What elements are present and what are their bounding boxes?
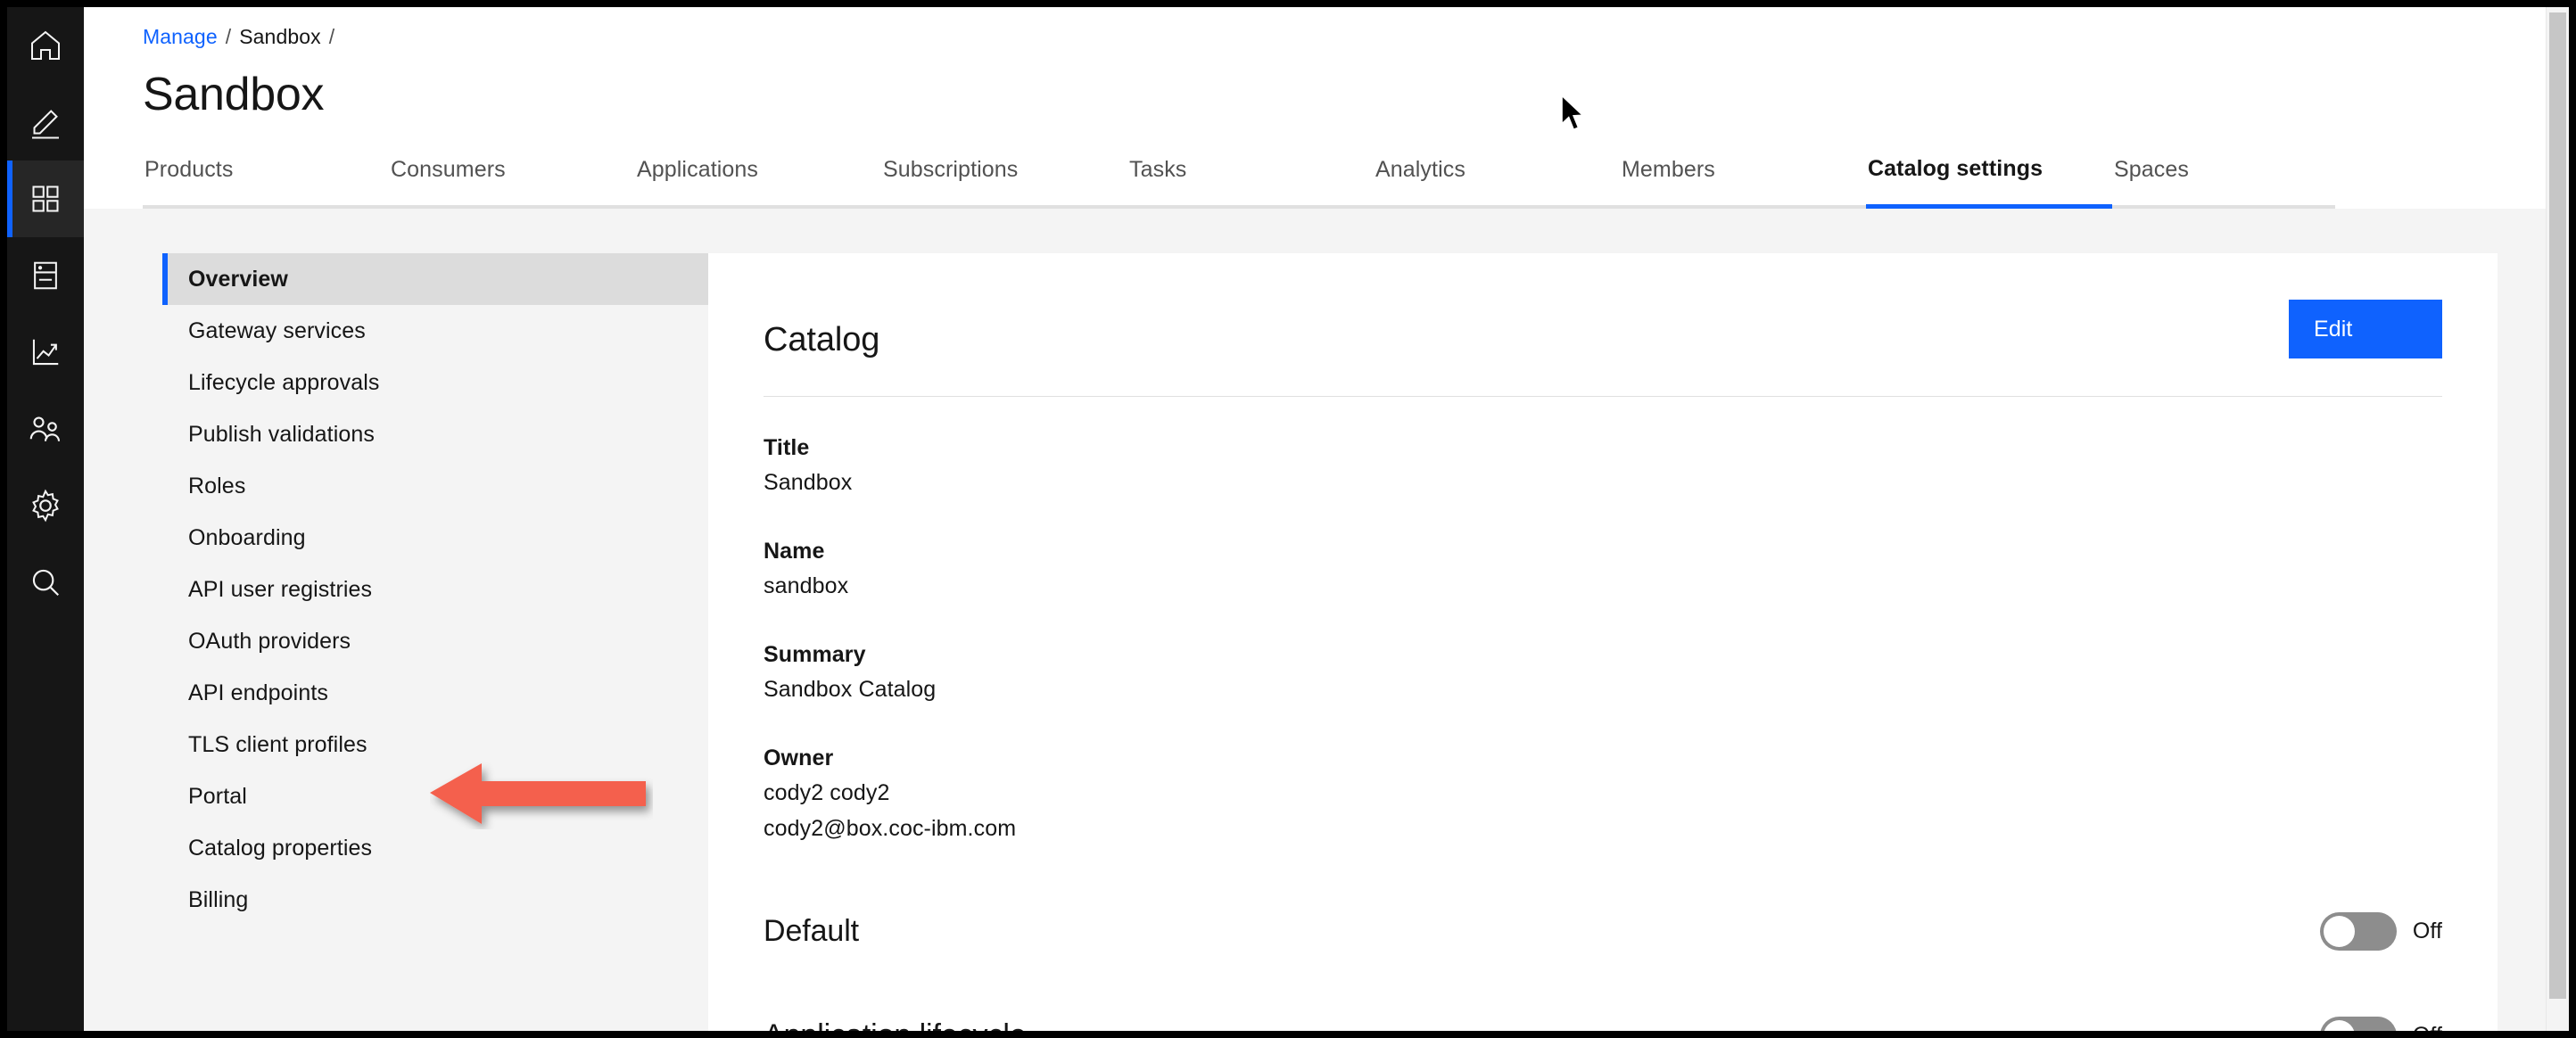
page-header: Manage/Sandbox/ Sandbox Products Consume… bbox=[84, 7, 2569, 209]
application-window: Manage/Sandbox/ Sandbox Products Consume… bbox=[0, 0, 2576, 1038]
breadcrumb-link-manage[interactable]: Manage bbox=[143, 25, 218, 48]
rail-item-resources[interactable] bbox=[7, 237, 84, 314]
field-name-label: Name bbox=[764, 534, 2442, 568]
tab-subscriptions[interactable]: Subscriptions bbox=[881, 134, 1127, 209]
toggle-row-application-lifecycle: Application lifecycle Off bbox=[764, 1017, 2442, 1031]
sidebar-item-publish-validations[interactable]: Publish validations bbox=[162, 408, 708, 460]
toggle-default-wrap: Off bbox=[2320, 912, 2442, 951]
tab-members[interactable]: Members bbox=[1620, 134, 1866, 209]
catalog-overview-card: Catalog Edit Title Sandbox Name sandbox … bbox=[708, 253, 2498, 1031]
tab-catalog-settings[interactable]: Catalog settings bbox=[1866, 134, 2112, 209]
server-catalog-icon bbox=[29, 259, 62, 292]
catalog-tab-bar: Products Consumers Applications Subscrip… bbox=[143, 134, 2335, 209]
tab-spaces[interactable]: Spaces bbox=[2112, 134, 2335, 209]
sidebar-item-lifecycle-approvals[interactable]: Lifecycle approvals bbox=[162, 357, 708, 408]
rail-item-home[interactable] bbox=[7, 7, 84, 84]
sidebar-item-billing[interactable]: Billing bbox=[162, 874, 708, 926]
field-title: Title Sandbox bbox=[764, 431, 2442, 500]
field-owner-name: cody2 cody2 bbox=[764, 775, 2442, 811]
tab-applications[interactable]: Applications bbox=[635, 134, 881, 209]
gear-settings-icon bbox=[28, 488, 63, 523]
field-summary: Summary Sandbox Catalog bbox=[764, 638, 2442, 707]
rail-item-settings[interactable] bbox=[7, 467, 84, 544]
field-owner-label: Owner bbox=[764, 741, 2442, 775]
field-owner: Owner cody2 cody2 cody2@box.coc-ibm.com bbox=[764, 741, 2442, 846]
toggle-application-lifecycle-title: Application lifecycle bbox=[764, 1018, 1027, 1031]
sidebar-item-gateway-services[interactable]: Gateway services bbox=[162, 305, 708, 357]
content-area: Catalog Edit Title Sandbox Name sandbox … bbox=[708, 209, 2569, 1031]
tab-consumers[interactable]: Consumers bbox=[389, 134, 635, 209]
global-icon-rail bbox=[7, 7, 84, 1031]
toggle-default-title: Default bbox=[764, 914, 859, 949]
field-title-value: Sandbox bbox=[764, 465, 2442, 500]
field-name-value: sandbox bbox=[764, 568, 2442, 604]
field-summary-value: Sandbox Catalog bbox=[764, 671, 2442, 707]
toggle-application-lifecycle-switch[interactable] bbox=[2320, 1017, 2397, 1031]
edit-button[interactable]: Edit bbox=[2289, 300, 2442, 358]
vertical-scrollbar-thumb[interactable] bbox=[2549, 12, 2566, 999]
sidebar-item-catalog-properties[interactable]: Catalog properties bbox=[162, 822, 708, 874]
toggle-application-lifecycle-wrap: Off bbox=[2320, 1017, 2442, 1031]
edit-pencil-icon bbox=[28, 104, 63, 140]
tab-products[interactable]: Products bbox=[143, 134, 389, 209]
field-owner-email: cody2@box.coc-ibm.com bbox=[764, 811, 2442, 846]
sidebar-item-overview[interactable]: Overview bbox=[162, 253, 708, 305]
rail-item-search[interactable] bbox=[7, 544, 84, 621]
sidebar-item-onboarding[interactable]: Onboarding bbox=[162, 512, 708, 564]
field-name: Name sandbox bbox=[764, 534, 2442, 604]
main-content-column: Manage/Sandbox/ Sandbox Products Consume… bbox=[84, 7, 2569, 1031]
sidebar-item-tls-client-profiles[interactable]: TLS client profiles bbox=[162, 719, 708, 770]
breadcrumb-separator-2: / bbox=[321, 25, 343, 48]
toggle-knob bbox=[2324, 1020, 2355, 1031]
card-header-row: Catalog Edit bbox=[764, 253, 2442, 362]
users-people-icon bbox=[28, 411, 63, 447]
sidebar-item-oauth-providers[interactable]: OAuth providers bbox=[162, 615, 708, 667]
sidebar-item-roles[interactable]: Roles bbox=[162, 460, 708, 512]
vertical-scrollbar[interactable] bbox=[2546, 7, 2569, 1031]
grid-apps-icon bbox=[29, 183, 62, 215]
toggle-application-lifecycle-state: Off bbox=[2413, 1023, 2442, 1031]
field-summary-label: Summary bbox=[764, 638, 2442, 671]
field-title-label: Title bbox=[764, 431, 2442, 465]
home-icon bbox=[28, 28, 63, 63]
catalog-settings-sidebar: Overview Gateway services Lifecycle appr… bbox=[84, 209, 708, 1031]
page-title: Sandbox bbox=[143, 66, 2569, 123]
breadcrumb: Manage/Sandbox/ bbox=[143, 7, 2569, 50]
breadcrumb-current-sandbox: Sandbox bbox=[239, 25, 321, 48]
sidebar-item-api-user-registries[interactable]: API user registries bbox=[162, 564, 708, 615]
card-title: Catalog bbox=[764, 300, 879, 362]
analytics-chart-icon bbox=[29, 335, 62, 369]
body-area: Overview Gateway services Lifecycle appr… bbox=[84, 209, 2569, 1031]
tab-tasks[interactable]: Tasks bbox=[1127, 134, 1374, 209]
toggle-knob bbox=[2324, 916, 2355, 947]
toggle-row-default: Default Off bbox=[764, 912, 2442, 951]
rail-item-manage[interactable] bbox=[7, 161, 84, 237]
rail-item-members[interactable] bbox=[7, 391, 84, 467]
rail-item-analytics[interactable] bbox=[7, 314, 84, 391]
search-icon bbox=[29, 565, 62, 599]
card-divider bbox=[764, 396, 2442, 397]
rail-item-design[interactable] bbox=[7, 84, 84, 161]
toggle-default-switch[interactable] bbox=[2320, 912, 2397, 951]
sidebar-item-portal[interactable]: Portal bbox=[162, 770, 708, 822]
breadcrumb-separator-1: / bbox=[218, 25, 240, 48]
sidebar-item-api-endpoints[interactable]: API endpoints bbox=[162, 667, 708, 719]
tab-analytics[interactable]: Analytics bbox=[1374, 134, 1620, 209]
toggle-default-state: Off bbox=[2413, 919, 2442, 944]
